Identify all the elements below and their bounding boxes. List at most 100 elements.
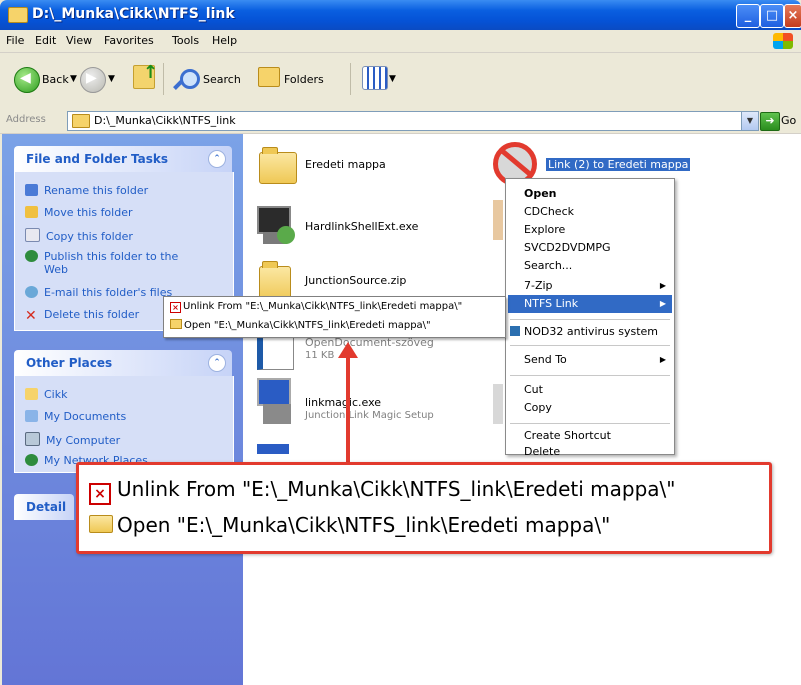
folders-icon[interactable] — [258, 67, 280, 87]
forward-button[interactable]: ▶ — [80, 67, 106, 93]
email-icon — [25, 286, 38, 298]
unlink-x-icon: × — [89, 483, 111, 505]
delete-x-icon: ✕ — [25, 308, 37, 324]
ctx-ntfs-link[interactable]: NTFS Link — [524, 297, 578, 310]
ctx-svcd[interactable]: SVCD2DVDMPG — [524, 241, 611, 254]
go-arrow-icon[interactable]: ➜ — [760, 112, 780, 131]
back-label[interactable]: Back — [42, 73, 69, 86]
other-places-panel: Cikk My Documents My Computer My Network… — [14, 376, 234, 473]
ctx-cut[interactable]: Cut — [524, 383, 543, 396]
other-places-header[interactable]: Other Places ⌃ — [14, 350, 232, 376]
ctx-create-shortcut[interactable]: Create Shortcut — [524, 429, 611, 442]
task-label: Copy this folder — [46, 230, 133, 243]
place-my-documents[interactable]: My Documents — [25, 410, 126, 423]
place-label: My Computer — [46, 434, 121, 447]
ctx-cdcheck[interactable]: CDCheck — [524, 205, 574, 218]
place-cikk[interactable]: Cikk — [25, 388, 67, 401]
window-title: D:\_Munka\Cikk\NTFS_link — [32, 6, 235, 22]
menu-bar: File Edit View Favorites Tools Help — [0, 30, 801, 53]
task-label: Rename this folder — [44, 184, 149, 197]
task-publish-web[interactable]: Web — [44, 263, 68, 276]
menu-tools[interactable]: Tools — [172, 34, 199, 47]
file-name: HardlinkShellExt.exe — [305, 220, 419, 233]
ctx-explore[interactable]: Explore — [524, 223, 565, 236]
forward-dropdown-icon[interactable]: ▼ — [108, 74, 115, 84]
folder-icon — [170, 319, 182, 329]
panel-title: File and Folder Tasks — [26, 152, 169, 166]
submenu-arrow-icon: ▶ — [659, 355, 666, 364]
file-description: Junction Link Magic Setup — [305, 410, 434, 421]
folder-icon — [89, 515, 113, 533]
task-publish[interactable]: Publish this folder to the — [25, 250, 178, 263]
toolbar: ◀ Back ▼ ▶ ▼ ↑ Search Folders ▼ — [0, 53, 801, 110]
ctx-open[interactable]: Open — [524, 187, 557, 200]
callout-open: Open "E:\_Munka\Cikk\NTFS_link\Eredeti m… — [89, 513, 610, 537]
place-label: My Documents — [44, 410, 127, 423]
windows-logo-icon — [773, 33, 793, 49]
search-button[interactable]: Search — [203, 73, 241, 86]
address-dropdown-button[interactable]: ▼ — [741, 112, 758, 130]
close-button[interactable]: × — [784, 4, 801, 28]
task-email[interactable]: E-mail this folder's files — [25, 286, 172, 299]
folders-button[interactable]: Folders — [284, 73, 324, 86]
ctx-nod32[interactable]: NOD32 antivirus system — [524, 325, 658, 338]
address-label: Address — [6, 114, 46, 125]
forward-arrow-icon: ▶ — [86, 70, 97, 86]
file-folder-tasks-header[interactable]: File and Folder Tasks ⌃ — [14, 146, 232, 172]
submenu-label: Unlink From "E:\_Munka\Cikk\NTFS_link\Er… — [183, 301, 463, 312]
submenu-unlink[interactable]: × Unlink From "E:\_Munka\Cikk\NTFS_link\E… — [170, 301, 462, 313]
nod32-icon — [510, 326, 520, 336]
partial-file-icon — [257, 444, 289, 454]
installer-box-icon — [263, 404, 291, 424]
up-arrow-icon: ↑ — [143, 62, 159, 83]
address-value[interactable]: D:\_Munka\Cikk\NTFS_link — [94, 114, 236, 127]
folder-icon — [25, 388, 38, 400]
ctx-send-to[interactable]: Send To — [524, 353, 567, 366]
ctx-copy[interactable]: Copy — [524, 401, 552, 414]
place-my-computer[interactable]: My Computer — [25, 432, 120, 447]
views-icon[interactable] — [362, 66, 388, 90]
menu-separator — [510, 345, 670, 346]
menu-separator — [510, 375, 670, 376]
callout-label: Unlink From "E:\_Munka\Cikk\NTFS_link\Er… — [117, 477, 676, 501]
details-header[interactable]: Detail — [14, 494, 74, 520]
ntfs-link-submenu: × Unlink From "E:\_Munka\Cikk\NTFS_link\E… — [163, 296, 506, 338]
back-button[interactable]: ◀ — [14, 67, 40, 93]
menu-help[interactable]: Help — [212, 34, 237, 47]
maximize-button[interactable]: □ — [760, 4, 784, 28]
menu-edit[interactable]: Edit — [35, 34, 56, 47]
title-bar[interactable]: D:\_Munka\Cikk\NTFS_link _ □ × — [0, 0, 801, 30]
menu-favorites[interactable]: Favorites — [104, 34, 154, 47]
callout-unlink: × Unlink From "E:\_Munka\Cikk\NTFS_link\E… — [89, 477, 675, 505]
search-icon[interactable] — [180, 69, 200, 89]
file-size: 11 KB — [305, 350, 335, 361]
explorer-window: D:\_Munka\Cikk\NTFS_link _ □ × File Edit… — [0, 0, 801, 685]
menu-separator — [510, 423, 670, 424]
folder-icon — [259, 147, 297, 184]
task-delete[interactable]: ✕ Delete this folder — [25, 308, 140, 324]
zoom-callout: × Unlink From "E:\_Munka\Cikk\NTFS_link\E… — [76, 462, 772, 554]
task-copy[interactable]: Copy this folder — [25, 228, 133, 243]
network-icon — [25, 454, 38, 466]
menu-file[interactable]: File — [6, 34, 24, 47]
address-input[interactable]: D:\_Munka\Cikk\NTFS_link ▼ — [67, 111, 759, 131]
copy-icon — [25, 228, 40, 242]
globe-icon — [25, 250, 38, 262]
ctx-delete[interactable]: Delete — [524, 445, 560, 458]
ctx-7zip[interactable]: 7-Zip — [524, 279, 553, 292]
task-label: Delete this folder — [44, 308, 140, 321]
task-move[interactable]: Move this folder — [25, 206, 133, 219]
submenu-open[interactable]: Open "E:\_Munka\Cikk\NTFS_link\Eredeti m… — [170, 319, 431, 331]
collapse-icon[interactable]: ⌃ — [208, 150, 226, 168]
task-rename[interactable]: Rename this folder — [25, 184, 148, 197]
back-dropdown-icon[interactable]: ▼ — [70, 74, 77, 84]
views-dropdown-icon[interactable]: ▼ — [389, 74, 396, 84]
collapse-icon[interactable]: ⌃ — [208, 354, 226, 372]
installer-icon — [257, 378, 291, 406]
minimize-button[interactable]: _ — [736, 4, 760, 28]
go-button[interactable]: Go — [781, 114, 796, 127]
ctx-search[interactable]: Search... — [524, 259, 572, 272]
menu-view[interactable]: View — [66, 34, 92, 47]
unlink-x-icon: × — [170, 302, 181, 313]
file-name: Eredeti mappa — [305, 158, 386, 171]
